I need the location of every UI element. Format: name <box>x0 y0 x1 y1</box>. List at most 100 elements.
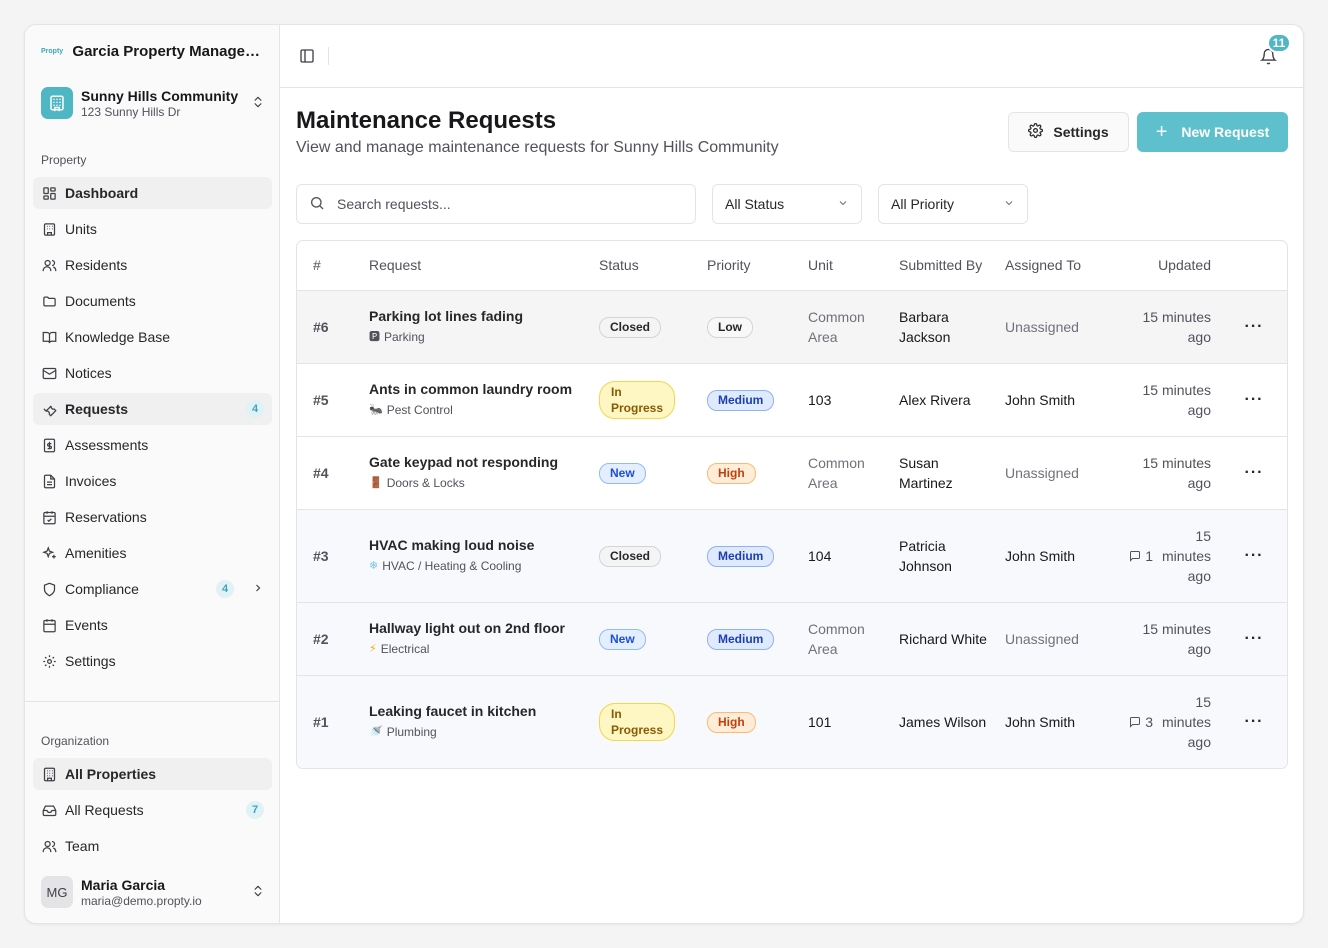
column-header-updated[interactable]: Updated <box>1114 241 1219 291</box>
assigned-to-cell: John Smith <box>997 509 1114 603</box>
avatar: MG <box>41 876 73 908</box>
sidebar-item-compliance[interactable]: Compliance 4 <box>33 573 272 605</box>
message-icon <box>1130 550 1141 562</box>
search-input[interactable] <box>337 196 677 212</box>
status-filter-value: All Status <box>725 196 785 212</box>
category-label: Plumbing <box>386 725 437 740</box>
sidebar-toggle-icon[interactable] <box>296 45 318 67</box>
sidebar-item-residents[interactable]: Residents <box>33 249 272 281</box>
sidebar-item-notices[interactable]: Notices <box>33 357 272 389</box>
request-title[interactable]: Gate keypad not responding <box>369 452 583 472</box>
request-cell: Hallway light out on 2nd floor ⚡ Electric… <box>361 602 591 676</box>
category-label: HVAC / Heating & Cooling <box>382 559 522 573</box>
updated-cell: 1 15 minutes ago <box>1114 509 1219 603</box>
submitted-by-cell: James Wilson <box>891 675 997 768</box>
sidebar-item-requests[interactable]: Requests 4 <box>33 393 272 425</box>
plus-icon: + <box>1155 121 1168 143</box>
request-category: 🚿 Plumbing <box>369 722 583 742</box>
table-row[interactable]: #2 Hallway light out on 2nd floor ⚡ Elect… <box>297 602 1287 676</box>
request-cell: Leaking faucet in kitchen 🚿 Plumbing <box>361 675 591 768</box>
status-filter-select[interactable]: All Status <box>712 184 862 224</box>
sidebar-item-documents[interactable]: Documents <box>33 285 272 317</box>
priority-badge: Medium <box>707 628 775 650</box>
more-actions-icon[interactable]: ··· <box>1219 436 1287 510</box>
sidebar-item-reservations[interactable]: Reservations <box>33 501 272 533</box>
request-category: 🚪 Doors & Locks <box>369 473 583 493</box>
new-request-button[interactable]: + New Request <box>1137 112 1288 152</box>
sidebar-item-all-properties[interactable]: All Properties <box>33 758 272 790</box>
user-email: maria@demo.propty.io <box>81 893 202 908</box>
more-actions-icon[interactable]: ··· <box>1219 290 1287 364</box>
request-title[interactable]: Ants in common laundry room <box>369 379 583 399</box>
book-icon <box>41 329 57 345</box>
chevrons-up-down-icon <box>250 884 266 901</box>
table-row[interactable]: #4 Gate keypad not responding 🚪 Doors & L… <box>297 436 1287 510</box>
chevron-down-icon <box>1003 197 1015 212</box>
sidebar-item-all-requests[interactable]: All Requests 7 <box>33 794 272 826</box>
property-nav: Dashboard Units Residents Documents Know… <box>33 177 272 681</box>
status-badge: Closed <box>599 545 662 567</box>
settings-button[interactable]: Settings <box>1008 112 1129 152</box>
community-switcher[interactable]: Sunny Hills Community 123 Sunny Hills Dr <box>41 87 266 119</box>
updated-cell: 15 minutes ago <box>1114 363 1219 437</box>
calendar-check-icon <box>41 509 57 525</box>
table-row[interactable]: #1 Leaking faucet in kitchen 🚿 Plumbing I… <box>297 675 1287 768</box>
page-subtitle: View and manage maintenance requests for… <box>296 139 779 156</box>
settings-button-label: Settings <box>1053 124 1109 140</box>
more-actions-icon[interactable]: ··· <box>1219 602 1287 676</box>
door-icon: 🚪 <box>369 477 383 489</box>
column-header-submitted-by[interactable]: Submitted By <box>891 241 997 291</box>
column-header-number[interactable]: # <box>297 241 361 291</box>
section-label-property: Property <box>41 153 87 167</box>
community-building-icon <box>41 87 73 119</box>
user-info: Maria Garcia maria@demo.propty.io <box>81 877 242 908</box>
more-actions-icon[interactable]: ··· <box>1219 509 1287 603</box>
comment-count-value: 3 <box>1145 713 1153 730</box>
request-title[interactable]: Parking lot lines fading <box>369 306 583 326</box>
sidebar-item-units[interactable]: Units <box>33 213 272 245</box>
sidebar-item-team[interactable]: Team <box>33 830 272 862</box>
sidebar-item-knowledge-base[interactable]: Knowledge Base <box>33 321 272 353</box>
column-header-status[interactable]: Status <box>591 241 699 291</box>
column-header-request[interactable]: Request <box>361 241 591 291</box>
table-header-row: # Request Status Priority Unit Submitted… <box>297 241 1287 291</box>
brand-logo: Propty <box>41 48 64 55</box>
sidebar-item-dashboard[interactable]: Dashboard <box>33 177 272 209</box>
updated-cell: 15 minutes ago <box>1114 290 1219 364</box>
requests-table: # Request Status Priority Unit Submitted… <box>296 240 1288 769</box>
sidebar-item-assessments[interactable]: Assessments <box>33 429 272 461</box>
sidebar-item-label: Reservations <box>65 509 147 525</box>
category-label: Doors & Locks <box>386 476 465 490</box>
sidebar-item-settings[interactable]: Settings <box>33 645 272 677</box>
compliance-count-badge: 4 <box>216 580 234 598</box>
priority-filter-select[interactable]: All Priority <box>878 184 1028 224</box>
chevron-right-icon[interactable] <box>252 581 264 597</box>
priority-badge: High <box>707 462 756 484</box>
user-menu[interactable]: MG Maria Garcia maria@demo.propty.io <box>41 876 266 908</box>
more-actions-icon[interactable]: ··· <box>1219 363 1287 437</box>
request-title[interactable]: Leaking faucet in kitchen <box>369 701 583 721</box>
organization-name: Garcia Property Managem... <box>72 43 266 60</box>
request-category: 🐜 Pest Control <box>369 400 583 420</box>
status-badge: Closed <box>599 316 662 338</box>
request-title[interactable]: HVAC making loud noise <box>369 535 583 555</box>
column-header-unit[interactable]: Unit <box>800 241 891 291</box>
request-number: #3 <box>297 509 361 603</box>
table-row[interactable]: #5 Ants in common laundry room 🐜 Pest Con… <box>297 363 1287 437</box>
more-actions-icon[interactable]: ··· <box>1219 675 1287 768</box>
request-category: ⚡ Electrical <box>369 639 583 659</box>
request-title[interactable]: Hallway light out on 2nd floor <box>369 618 583 638</box>
sidebar-item-amenities[interactable]: Amenities <box>33 537 272 569</box>
sidebar: Propty Garcia Property Managem... Sunny … <box>25 25 280 923</box>
sidebar-item-events[interactable]: Events <box>33 609 272 641</box>
message-icon <box>1130 716 1141 728</box>
table-row[interactable]: #6 Parking lot lines fading 🅿 Parking Clo… <box>297 290 1287 364</box>
table-row[interactable]: #3 HVAC making loud noise ❄ HVAC / Heatin… <box>297 509 1287 603</box>
column-header-priority[interactable]: Priority <box>699 241 800 291</box>
status-badge: In Progress <box>599 702 675 741</box>
sidebar-item-invoices[interactable]: Invoices <box>33 465 272 497</box>
brand[interactable]: Propty Garcia Property Managem... <box>41 43 266 60</box>
gear-icon <box>1028 123 1044 141</box>
users-icon <box>41 838 57 854</box>
column-header-assigned-to[interactable]: Assigned To <box>997 241 1114 291</box>
